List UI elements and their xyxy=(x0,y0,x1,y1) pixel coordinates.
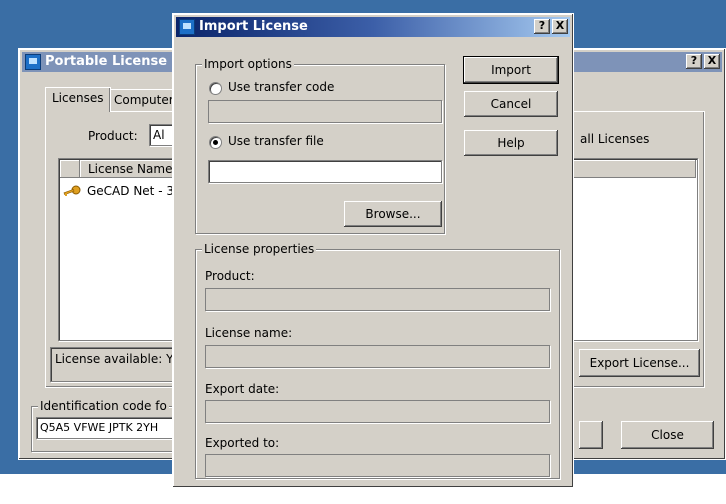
list-item-label: GeCAD Net - 33 xyxy=(87,184,182,198)
tab-licenses[interactable]: Licenses xyxy=(45,87,111,112)
help-button[interactable]: Help xyxy=(464,130,558,156)
dialog-titlebar[interactable]: Import License ? X xyxy=(176,17,570,37)
product-property-label: Product: xyxy=(205,269,255,283)
identification-group: Identification code fo Q5A5 VFWE JPTK 2Y… xyxy=(31,399,183,452)
license-name-property-field xyxy=(205,345,550,368)
exported-to-property-field xyxy=(205,454,550,477)
export-license-button[interactable]: Export License... xyxy=(579,349,700,377)
dialog-app-icon xyxy=(179,19,195,35)
app-icon xyxy=(25,54,41,70)
import-license-dialog: Import License ? X Import options Use tr… xyxy=(172,13,574,488)
product-label: Product: xyxy=(88,129,138,143)
license-properties-group: License properties Product: License name… xyxy=(195,242,560,479)
transfer-code-radio[interactable] xyxy=(209,82,222,95)
exported-to-property-label: Exported to: xyxy=(205,436,280,450)
import-options-group: Import options Use transfer code Use tra… xyxy=(195,57,445,234)
product-property-field xyxy=(205,288,550,311)
dialog-help-button[interactable]: ? xyxy=(534,19,550,34)
show-all-licenses-label[interactable]: all Licenses xyxy=(580,132,649,146)
close-button[interactable]: Close xyxy=(621,421,714,449)
license-name-property-label: License name: xyxy=(205,326,293,340)
cancel-button[interactable]: Cancel xyxy=(464,91,558,117)
identification-group-label: Identification code fo xyxy=(38,399,169,413)
dialog-title: Import License xyxy=(199,19,308,34)
export-date-property-label: Export date: xyxy=(205,382,280,396)
bg-close-button[interactable]: X xyxy=(704,54,720,69)
import-button[interactable]: Import xyxy=(464,57,558,83)
browse-button[interactable]: Browse... xyxy=(344,201,442,227)
import-options-caption: Import options xyxy=(202,57,294,71)
transfer-code-label[interactable]: Use transfer code xyxy=(228,80,334,94)
bg-window-title: Portable License U xyxy=(45,54,183,69)
hidden-button-edge[interactable] xyxy=(579,421,603,449)
key-icon xyxy=(63,185,81,196)
transfer-file-label[interactable]: Use transfer file xyxy=(228,134,324,148)
transfer-code-input[interactable] xyxy=(208,100,442,123)
license-properties-caption: License properties xyxy=(202,242,317,256)
transfer-file-input[interactable] xyxy=(208,160,442,183)
bg-help-button[interactable]: ? xyxy=(686,54,702,69)
list-header-spacer xyxy=(60,160,80,178)
transfer-file-radio[interactable] xyxy=(209,136,222,149)
identification-code-field[interactable]: Q5A5 VFWE JPTK 2YH xyxy=(36,417,180,439)
dialog-close-button[interactable]: X xyxy=(552,19,568,34)
export-date-property-field xyxy=(205,400,550,423)
